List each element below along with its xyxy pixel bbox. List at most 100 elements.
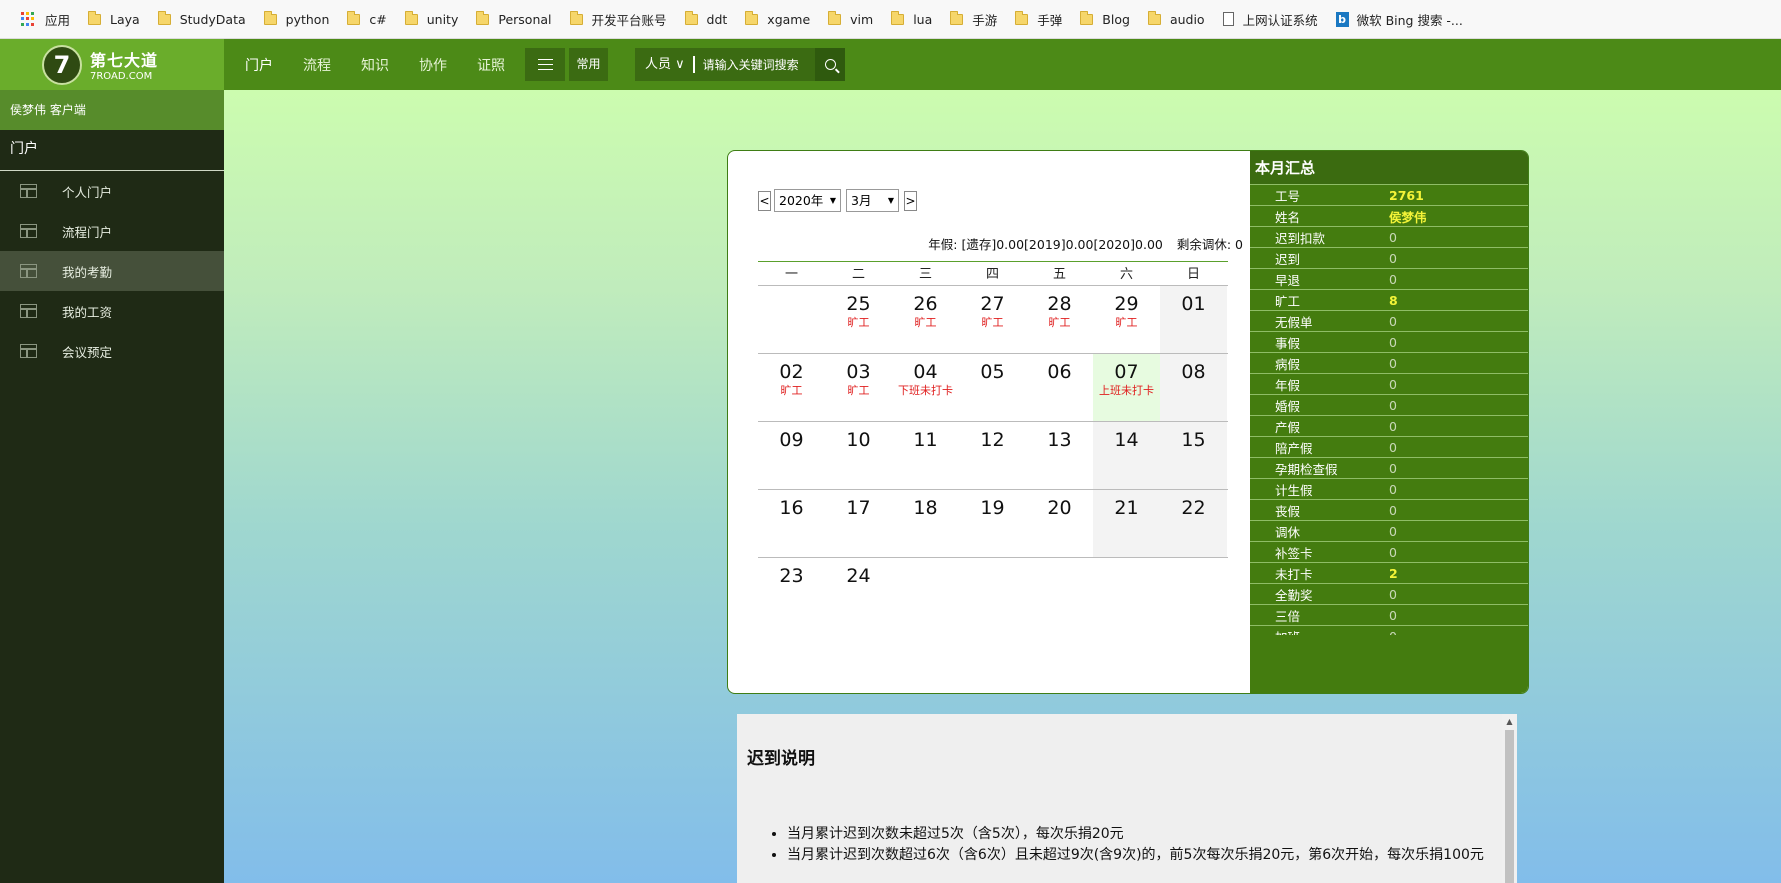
calendar-day[interactable]: 26 旷工: [892, 286, 959, 353]
sidebar-item-label: 会议预定: [62, 344, 113, 360]
bookmark-item[interactable]: 上网认证系统: [1214, 5, 1327, 33]
leave-info: 年假: [遗存]0.00[2019]0.00[2020]0.00 剩余调休: 0: [928, 234, 1243, 253]
calendar-day[interactable]: 25 旷工: [825, 286, 892, 353]
calendar-day[interactable]: 04 下班未打卡: [892, 354, 959, 421]
sidebar-item[interactable]: 我的工资: [0, 291, 224, 331]
bookmark-item[interactable]: c#: [338, 5, 395, 33]
year-select[interactable]: 2020年: [774, 189, 841, 212]
calendar-day[interactable]: 03 旷工: [825, 354, 892, 421]
sidebar-item[interactable]: 会议预定: [0, 331, 224, 371]
summary-key: 迟到扣款: [1275, 230, 1326, 246]
next-month-button[interactable]: >: [904, 190, 917, 211]
calendar-day[interactable]: 18: [892, 490, 959, 557]
calendar-day[interactable]: 06: [1026, 354, 1093, 421]
search-box[interactable]: 人员 ∨ 请输入关键词搜索: [635, 48, 845, 81]
search-scope-select[interactable]: 人员 ∨: [635, 56, 695, 73]
calendar-day[interactable]: 08: [1160, 354, 1227, 421]
bookmark-item[interactable]: lua: [882, 5, 941, 33]
bookmark-item[interactable]: b 微软 Bing 搜索 -...: [1327, 5, 1472, 33]
bookmark-item[interactable]: StudyData: [149, 5, 255, 33]
summary-value: 0: [1389, 544, 1397, 560]
bookmark-item[interactable]: unity: [396, 5, 468, 33]
calendar-day[interactable]: 17: [825, 490, 892, 557]
bookmark-item[interactable]: 手弹: [1006, 5, 1071, 33]
logo[interactable]: 7 第七大道 7ROAD.COM: [0, 39, 224, 90]
summary-row: 年假 0: [1250, 374, 1528, 395]
bookmark-item[interactable]: vim: [819, 5, 882, 33]
nav-item[interactable]: 门户: [245, 55, 273, 75]
summary-value: 0: [1389, 271, 1397, 287]
scroll-up-icon[interactable]: ▲: [1502, 714, 1517, 730]
day-number: 08: [1181, 361, 1206, 383]
calendar-day[interactable]: 09: [758, 422, 825, 489]
sidebar-item[interactable]: 个人门户: [0, 171, 224, 211]
folder-icon: [828, 10, 842, 25]
top-header: 7 第七大道 7ROAD.COM 门户 流程 知识 协作 证照 常用 人员 ∨ 请输入关…: [0, 39, 1781, 90]
bookmark-item[interactable]: Personal: [467, 5, 560, 33]
bookmark-item[interactable]: Laya: [79, 5, 149, 33]
scroll-thumb[interactable]: [1505, 730, 1514, 883]
summary-key: 未打卡: [1275, 566, 1313, 582]
sidebar-item[interactable]: 流程门户: [0, 211, 224, 251]
bookmark-label: 手弹: [1037, 12, 1063, 28]
day-status: 旷工: [981, 316, 1004, 329]
calendar-day[interactable]: 16: [758, 490, 825, 557]
summary-key: 旷工: [1275, 293, 1301, 309]
calendar-day[interactable]: 28 旷工: [1026, 286, 1093, 353]
bookmark-label: Personal: [498, 11, 552, 27]
calendar-day[interactable]: 05: [959, 354, 1026, 421]
bing-icon: b: [1335, 11, 1349, 27]
layout-icon: [20, 184, 37, 198]
nav-item[interactable]: 流程: [303, 55, 331, 75]
bookmark-item[interactable]: 开发平台账号: [561, 5, 676, 33]
calendar-day: [1160, 558, 1227, 626]
calendar-day[interactable]: 12: [959, 422, 1026, 489]
calendar-day[interactable]: 14: [1093, 422, 1160, 489]
nav-item[interactable]: 知识: [361, 55, 389, 75]
calendar-day[interactable]: 27 旷工: [959, 286, 1026, 353]
bookmark-item[interactable]: xgame: [736, 5, 819, 33]
bookmark-item[interactable]: python: [255, 5, 339, 33]
calendar-day[interactable]: 10: [825, 422, 892, 489]
summary-row: 加班0: [1250, 626, 1528, 636]
calendar-day[interactable]: 01: [1160, 286, 1227, 353]
calendar-day[interactable]: 20: [1026, 490, 1093, 557]
bookmark-item[interactable]: ddt: [676, 5, 737, 33]
user-name[interactable]: 侯梦伟 客户端: [0, 90, 224, 130]
calendar-day[interactable]: 21: [1093, 490, 1160, 557]
month-select[interactable]: 3月: [846, 189, 899, 212]
bookmark-item[interactable]: 手游: [941, 5, 1006, 33]
sidebar-section-title[interactable]: 门户: [0, 130, 224, 171]
calendar-day[interactable]: 15: [1160, 422, 1227, 489]
summary-row: 病假 0: [1250, 353, 1528, 374]
bookmark-item[interactable]: 应用: [12, 5, 79, 33]
calendar-day[interactable]: 02 旷工: [758, 354, 825, 421]
calendar-day[interactable]: 07 上班未打卡: [1093, 354, 1160, 421]
summary-value: 0: [1389, 397, 1397, 413]
common-button[interactable]: 常用: [569, 48, 608, 81]
summary-value: 0: [1389, 523, 1397, 539]
calendar-day[interactable]: 24: [825, 558, 892, 626]
calendar-day[interactable]: 29 旷工: [1093, 286, 1160, 353]
day-number: 01: [1181, 293, 1206, 315]
search-button[interactable]: [815, 48, 845, 81]
menu-icon[interactable]: [525, 48, 565, 81]
summary-key: 病假: [1275, 356, 1301, 372]
summary-value: 0: [1389, 607, 1397, 623]
calendar-day[interactable]: 23: [758, 558, 825, 626]
logo-en: 7ROAD.COM: [90, 71, 153, 82]
summary-row: 工号 2761: [1250, 185, 1528, 206]
search-input[interactable]: 请输入关键词搜索: [695, 56, 799, 73]
notes-scrollbar[interactable]: ▲: [1502, 714, 1517, 883]
calendar-day[interactable]: 19: [959, 490, 1026, 557]
summary-value: 0: [1389, 586, 1397, 602]
bookmark-item[interactable]: audio: [1139, 5, 1214, 33]
nav-item[interactable]: 证照: [477, 55, 505, 75]
nav-item[interactable]: 协作: [419, 55, 447, 75]
calendar-day[interactable]: 11: [892, 422, 959, 489]
sidebar-item[interactable]: 我的考勤: [0, 251, 224, 291]
calendar-day[interactable]: 22: [1160, 490, 1227, 557]
prev-month-button[interactable]: <: [758, 190, 771, 211]
calendar-day[interactable]: 13: [1026, 422, 1093, 489]
bookmark-item[interactable]: Blog: [1071, 5, 1139, 33]
